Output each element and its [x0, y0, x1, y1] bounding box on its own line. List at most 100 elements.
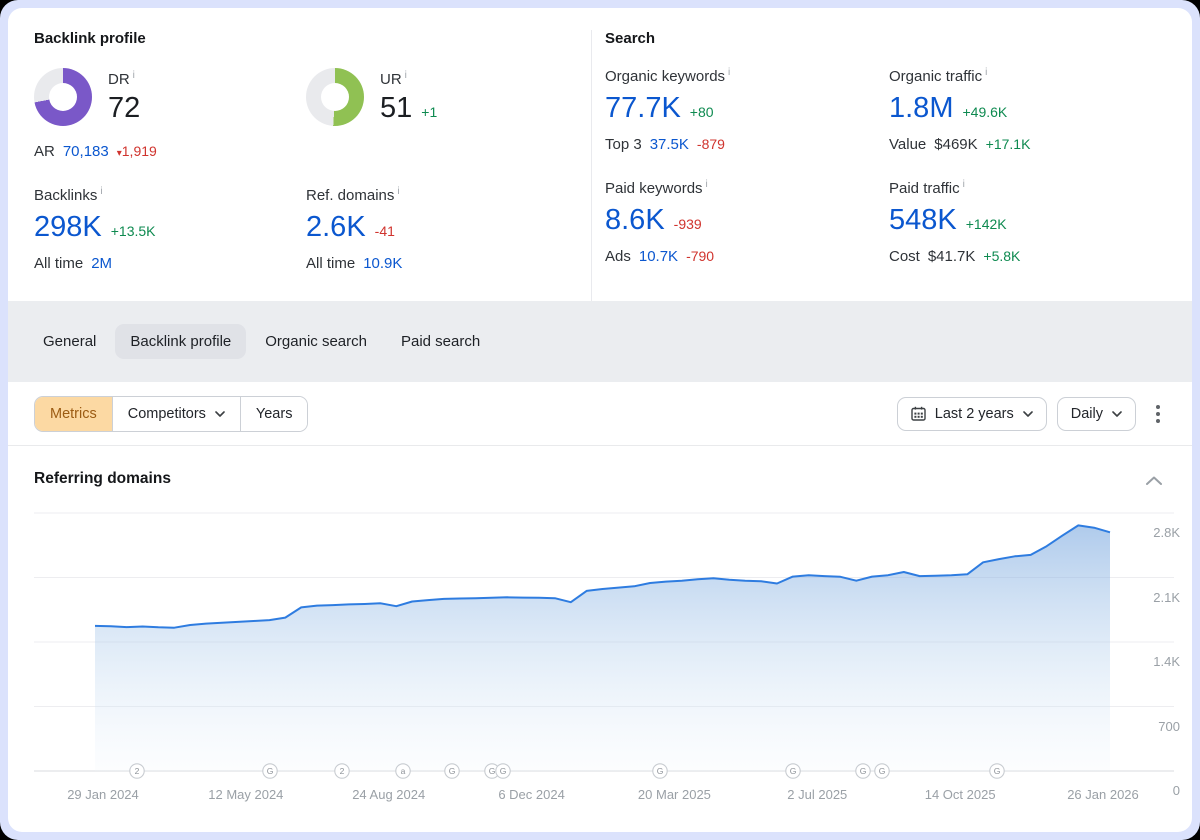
event-marker-badge[interactable]: G: [263, 764, 277, 778]
top3-delta: -879: [697, 136, 725, 152]
ur-delta: +1: [421, 104, 437, 120]
top3-value-link[interactable]: 37.5K: [650, 136, 689, 153]
ur-label: URi: [380, 70, 437, 90]
x-axis-tick-label: 26 Jan 2026: [1033, 787, 1173, 802]
dr-donut-gauge: [34, 68, 92, 126]
alltime-value-link[interactable]: 10.9K: [363, 255, 402, 272]
ar-value-link[interactable]: 70,183: [63, 143, 109, 160]
tab-general[interactable]: General: [28, 324, 111, 359]
organic-traffic-label: Organic traffici: [889, 67, 1192, 87]
chevron-up-icon: [1146, 476, 1162, 485]
more-options-kebab-button[interactable]: [1146, 399, 1170, 429]
svg-text:G: G: [267, 766, 274, 776]
tab-backlink-profile[interactable]: Backlink profile: [115, 324, 246, 359]
paid-keywords-value-link[interactable]: 8.6K: [605, 204, 665, 237]
info-icon[interactable]: i: [985, 67, 987, 78]
ur-donut-gauge: [306, 68, 364, 126]
info-icon[interactable]: i: [100, 186, 102, 197]
ar-label: AR: [34, 143, 55, 160]
event-marker-badge[interactable]: G: [496, 764, 510, 778]
overview-card: Backlink profile DRi 72 AR 70,183 ▾1,919: [8, 8, 1192, 832]
tab-paid-search[interactable]: Paid search: [386, 324, 495, 359]
organic-traffic-value-link[interactable]: 1.8M: [889, 92, 953, 125]
svg-text:G: G: [657, 766, 664, 776]
alltime-value-link[interactable]: 2M: [91, 255, 112, 272]
x-axis-tick-label: 12 May 2024: [176, 787, 316, 802]
paid-keywords-metric: Paid keywordsi 8.6K-939 Ads 10.7K -790: [605, 179, 889, 265]
x-axis-tick-label: 29 Jan 2024: [33, 787, 173, 802]
chevron-down-icon: [215, 411, 225, 417]
svg-text:G: G: [500, 766, 507, 776]
cost-amount: $41.7K: [928, 248, 976, 265]
ads-delta: -790: [686, 248, 714, 264]
ads-value-link[interactable]: 10.7K: [639, 248, 678, 265]
top3-label: Top 3: [605, 136, 642, 153]
ar-delta: ▾1,919: [117, 143, 157, 159]
y-axis-tick-label: 2.8K: [1120, 525, 1180, 541]
competitors-dropdown[interactable]: Competitors: [112, 397, 240, 431]
info-icon[interactable]: i: [728, 67, 730, 78]
svg-text:G: G: [449, 766, 456, 776]
info-icon[interactable]: i: [405, 70, 407, 81]
event-marker-badge[interactable]: G: [653, 764, 667, 778]
event-marker-badge[interactable]: 2: [130, 764, 144, 778]
value-label: Value: [889, 136, 926, 153]
x-axis-tick-label: 2 Jul 2025: [747, 787, 887, 802]
svg-text:G: G: [790, 766, 797, 776]
y-axis-tick-label: 700: [1120, 719, 1180, 735]
organic-traffic-subrow: Value $469K +17.1K: [889, 136, 1192, 153]
years-button[interactable]: Years: [240, 397, 308, 431]
metrics-button[interactable]: Metrics: [35, 397, 112, 431]
chart-toolbar: Metrics Competitors Years Last 2 years D…: [8, 382, 1192, 446]
x-axis-tick-label: 24 Aug 2024: [319, 787, 459, 802]
organic-keywords-value-link[interactable]: 77.7K: [605, 92, 681, 125]
referring-domains-section: Referring domains 2G2aGGGGGGGG2.8K2.1K1.…: [8, 446, 1192, 828]
event-marker-badge[interactable]: G: [856, 764, 870, 778]
search-title: Search: [605, 30, 1192, 47]
backlinks-value-link[interactable]: 298K: [34, 211, 102, 244]
organic-traffic-metric: Organic traffici 1.8M+49.6K Value $469K …: [889, 67, 1192, 153]
paid-traffic-value-link[interactable]: 548K: [889, 204, 957, 237]
tab-organic-search[interactable]: Organic search: [250, 324, 382, 359]
x-axis-tick-label: 14 Oct 2025: [890, 787, 1030, 802]
collapse-section-button[interactable]: [1142, 468, 1166, 494]
paid-keywords-delta: -939: [674, 216, 702, 232]
date-range-dropdown[interactable]: Last 2 years: [897, 397, 1047, 431]
event-marker-badge[interactable]: G: [445, 764, 459, 778]
svg-text:2: 2: [135, 766, 140, 776]
granularity-dropdown[interactable]: Daily: [1057, 397, 1136, 431]
backlinks-metric: Backlinksi 298K+13.5K All time 2M: [34, 186, 306, 272]
chevron-down-icon: [1112, 411, 1122, 417]
dr-label: DRi: [108, 70, 140, 90]
svg-text:G: G: [860, 766, 867, 776]
organic-keywords-metric: Organic keywordsi 77.7K+80 Top 3 37.5K -…: [605, 67, 889, 153]
event-marker-badge[interactable]: a: [396, 764, 410, 778]
value-amount: $469K: [934, 136, 977, 153]
info-icon[interactable]: i: [397, 186, 399, 197]
alltime-label: All time: [34, 255, 83, 272]
app-screen: Backlink profile DRi 72 AR 70,183 ▾1,919: [0, 0, 1200, 840]
view-segmented-control: Metrics Competitors Years: [34, 396, 308, 432]
ref-domains-subrow: All time 10.9K: [306, 255, 591, 272]
ref-domains-value-link[interactable]: 2.6K: [306, 211, 366, 244]
event-marker-badge[interactable]: 2: [335, 764, 349, 778]
alltime-label: All time: [306, 255, 355, 272]
info-icon[interactable]: i: [963, 179, 965, 190]
chevron-down-icon: [1023, 411, 1033, 417]
area-chart-plot[interactable]: 2G2aGGGGGGGG2.8K2.1K1.4K700029 Jan 20241…: [34, 513, 1182, 771]
info-icon[interactable]: i: [706, 179, 708, 190]
svg-text:2: 2: [340, 766, 345, 776]
section-tabs: General Backlink profile Organic search …: [8, 301, 1192, 382]
event-marker-badge[interactable]: G: [875, 764, 889, 778]
event-marker-badge[interactable]: G: [786, 764, 800, 778]
info-icon[interactable]: i: [133, 70, 135, 81]
svg-text:G: G: [879, 766, 886, 776]
event-marker-badge[interactable]: G: [990, 764, 1004, 778]
paid-traffic-subrow: Cost $41.7K +5.8K: [889, 248, 1192, 265]
organic-keywords-subrow: Top 3 37.5K -879: [605, 136, 889, 153]
paid-keywords-label: Paid keywordsi: [605, 179, 889, 199]
backlinks-delta: +13.5K: [111, 223, 156, 239]
search-panel: Search Organic keywordsi 77.7K+80 Top 3 …: [591, 30, 1192, 301]
chart-title: Referring domains: [34, 470, 171, 488]
x-axis-tick-label: 6 Dec 2024: [462, 787, 602, 802]
